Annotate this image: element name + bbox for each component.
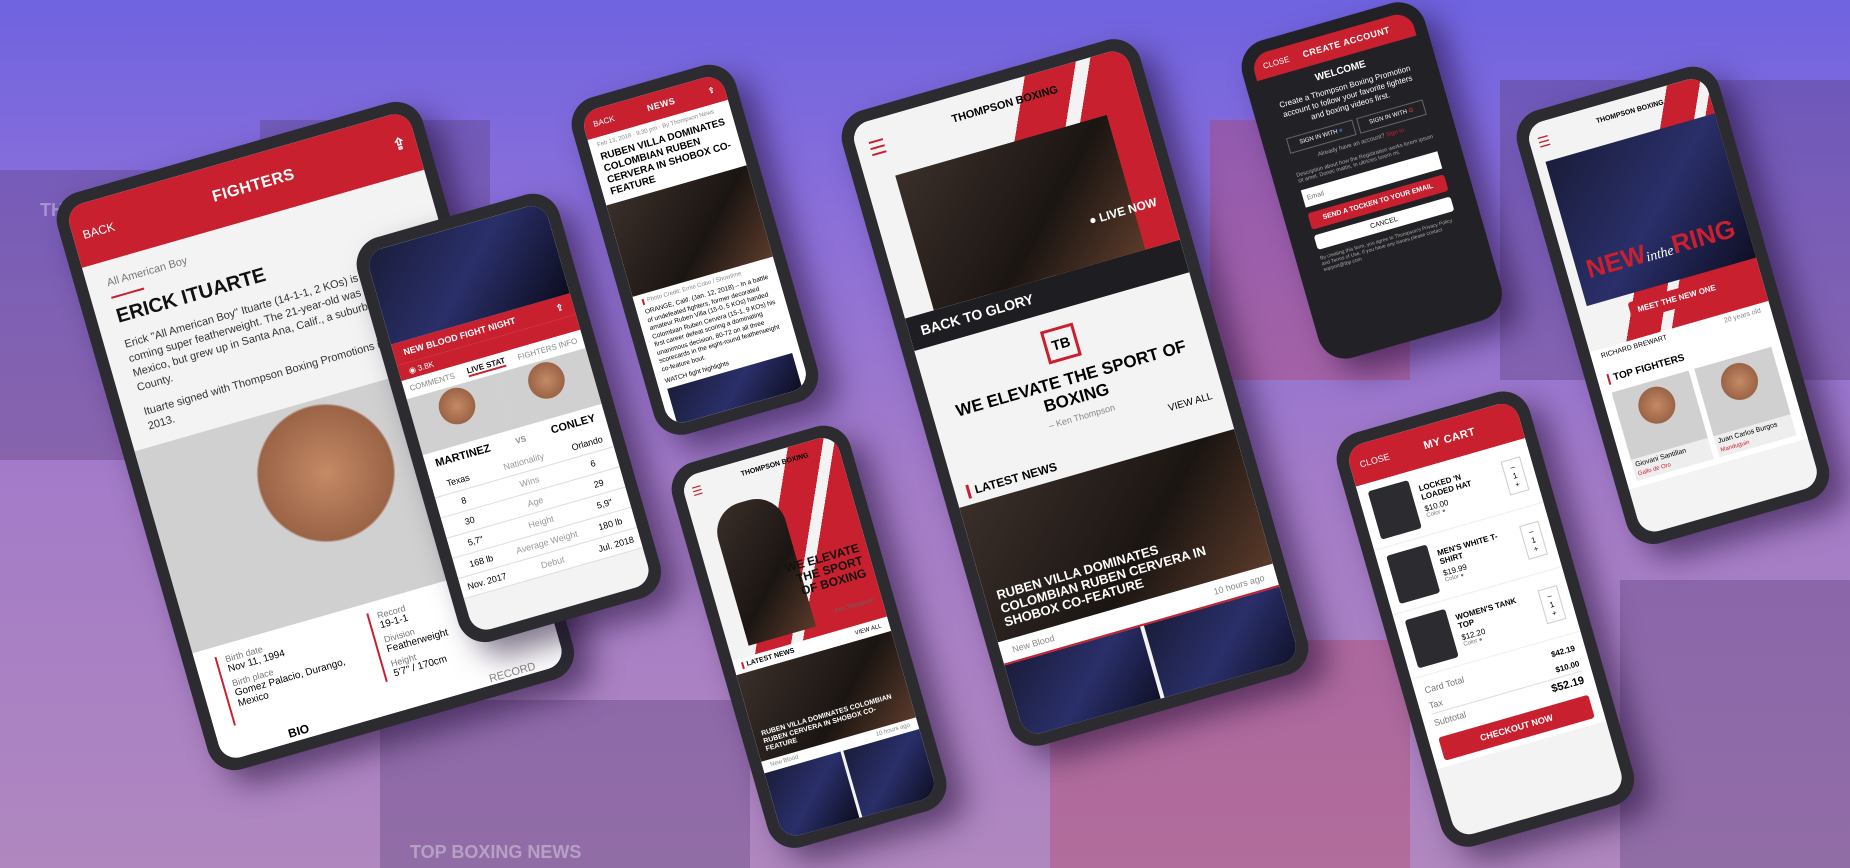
background-tile: [1620, 580, 1850, 868]
news-screen: BACK NEWS ⇪ Feb 13, 2018 · 9:30 pm · By …: [579, 72, 811, 427]
fighters-title: FIGHTERS: [210, 165, 297, 206]
quantity-stepper[interactable]: –1 +: [1537, 584, 1567, 624]
tab-record[interactable]: RECORD: [488, 661, 537, 686]
brand-logo: THOMPSON BOXING: [740, 452, 810, 479]
facebook-icon: ■: [1338, 127, 1344, 135]
background-heading: TOP BOXING NEWS: [410, 842, 582, 862]
cart-title: MY CART: [1422, 425, 1477, 453]
vs-label: vs: [514, 433, 528, 446]
brand-logo: THOMPSON BOXING: [1595, 99, 1665, 126]
close-button[interactable]: CLOSE: [1359, 451, 1391, 469]
color-swatch-icon[interactable]: ●: [1478, 637, 1483, 644]
share-icon[interactable]: ⇪: [390, 133, 409, 156]
sign-in-link[interactable]: Sign in: [1386, 128, 1405, 139]
product-info: LOCKED 'N LOADED HAT $10.00 Color ●: [1418, 463, 1503, 520]
product-info: WOMEN'S TANK TOP $12.20 Color ●: [1455, 592, 1540, 648]
subtotal-value: $52.19: [1550, 674, 1586, 696]
color-swatch-icon[interactable]: ●: [1460, 572, 1465, 579]
tax-label: Tax: [1427, 697, 1445, 711]
share-icon[interactable]: ⇪: [554, 301, 564, 314]
hero-quote: – Ken Thompson: [829, 597, 875, 616]
divider: [111, 287, 145, 299]
menu-icon[interactable]: ☰: [690, 483, 704, 499]
product-thumbnail: [1404, 608, 1459, 669]
share-icon[interactable]: ⇪: [707, 85, 716, 95]
fighter-card[interactable]: Juan Carlos Burgos Manduguin: [1694, 346, 1797, 458]
quantity-stepper[interactable]: –1 +: [1500, 455, 1530, 495]
back-button[interactable]: BACK: [81, 220, 116, 242]
google-icon: G: [1408, 107, 1415, 115]
quantity-stepper[interactable]: –1 +: [1518, 520, 1548, 560]
product-thumbnail: [1367, 480, 1422, 540]
menu-icon[interactable]: ☰: [866, 133, 890, 162]
product-thumbnail: [1386, 544, 1441, 605]
menu-icon[interactable]: ☰: [1536, 132, 1553, 152]
color-swatch-icon[interactable]: ●: [1441, 508, 1446, 515]
subtotal-label: Subtotal: [1432, 709, 1468, 729]
product-info: MEN'S WHITE T-SHIRT $19.99 Color ●: [1436, 527, 1521, 584]
brand-logo: THOMPSON BOXING: [950, 83, 1060, 126]
tb-logo-icon: TB: [1039, 322, 1082, 365]
close-button[interactable]: CLOSE: [1262, 54, 1291, 70]
back-button[interactable]: BACK: [592, 114, 615, 129]
news-title: NEWS: [645, 95, 677, 114]
